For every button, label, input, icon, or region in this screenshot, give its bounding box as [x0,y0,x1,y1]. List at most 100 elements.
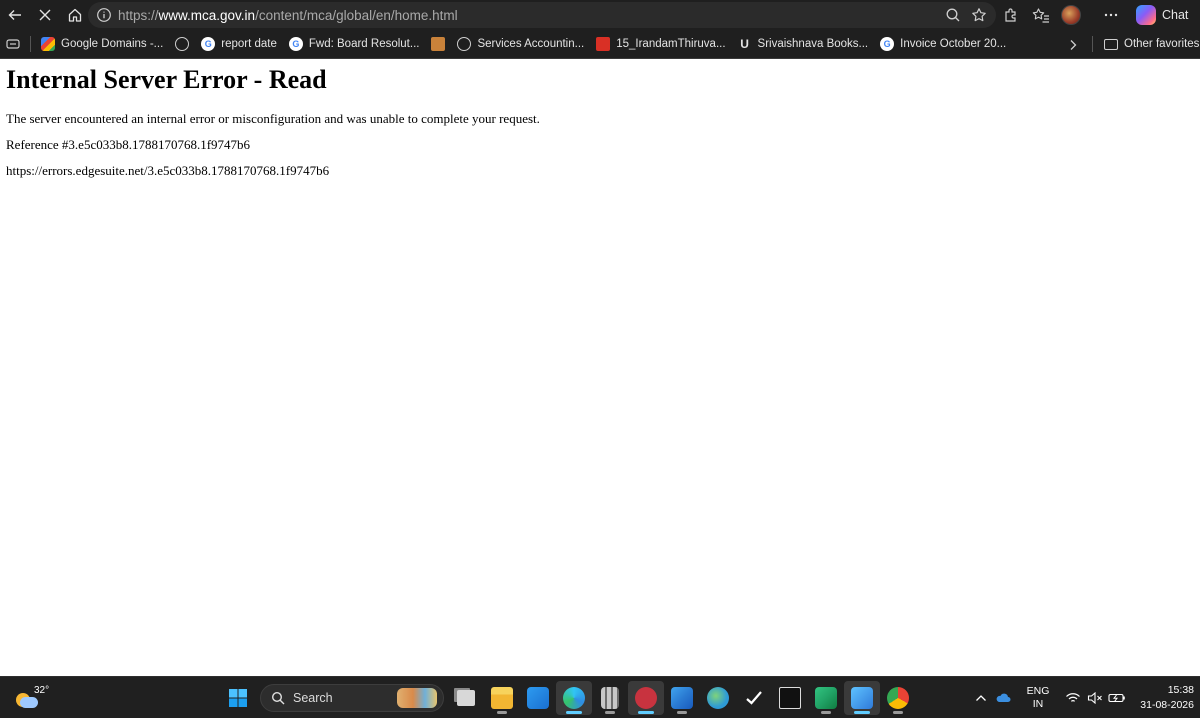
taskbar-word[interactable] [664,681,700,715]
url-path: /content/mca/global/en/home.html [255,7,458,23]
other-favorites-folder[interactable]: Other favorites [1098,32,1200,56]
back-arrow-icon [8,10,21,20]
taskbar-edge[interactable] [556,681,592,715]
bookmark-invoice-october[interactable]: G Invoice October 20... [874,32,1012,56]
taskbar-clock[interactable]: 15:38 31-08-2026 [1134,683,1200,713]
error-heading: Internal Server Error - Read [6,65,327,94]
taskbar-calculator[interactable] [592,681,628,715]
home-icon [68,8,82,22]
taskbar-todo[interactable] [736,681,772,715]
stop-loading-button[interactable] [30,0,60,30]
add-favorite-button[interactable] [968,4,990,26]
favorites-bar: Google Domains -... G report date G Fwd:… [0,30,1200,59]
task-view-icon [457,690,475,706]
running-indicator [677,711,687,714]
chrome-icon [887,687,909,709]
url-host: www.mca.gov.in [158,7,256,23]
taskbar-chrome[interactable] [880,681,916,715]
tray-volume[interactable] [1084,683,1106,713]
bookmark-board-resolution[interactable]: G Fwd: Board Resolut... [283,32,426,56]
favorites-star-list-icon [1032,8,1049,23]
task-view-button[interactable] [448,681,484,715]
tab-actions-icon [6,39,20,49]
running-indicator [566,711,582,714]
error-reference: Reference #3.e5c033b8.1788170768.1f9747b… [6,137,251,152]
taskbar-excel[interactable] [808,681,844,715]
taskbar-file-explorer[interactable] [484,681,520,715]
language-code: ENG [1026,685,1050,697]
bookmark-services-accounting[interactable]: Services Accountin... [451,32,590,56]
taskbar-paint[interactable] [844,681,880,715]
taskbar-7zip[interactable] [772,681,808,715]
chevron-right-icon [1070,39,1077,50]
chevron-up-icon [976,695,986,701]
bookmark-emblem[interactable] [425,32,451,56]
google-icon: G [201,37,216,51]
volume-muted-icon [1087,692,1102,704]
store-icon [527,687,549,709]
copilot-chat-button[interactable]: Chat [1134,3,1196,27]
extensions-button[interactable] [996,0,1026,30]
page-scrollbar[interactable] [1192,60,1200,676]
windows-logo-icon [229,689,247,707]
bookmark-report-date[interactable]: G report date [195,32,283,56]
back-button[interactable] [0,0,30,30]
weather-widget[interactable]: 32° [10,683,50,713]
home-button[interactable] [60,0,90,30]
copilot-icon [1136,5,1156,25]
start-button[interactable] [220,681,256,715]
bookmark-label: Google Domains -... [61,38,164,50]
word-icon [671,687,693,709]
running-indicator [821,711,831,714]
settings-menu-button[interactable] [1096,0,1126,30]
taskbar-store[interactable] [520,681,556,715]
more-bookmarks-button[interactable] [1058,30,1088,59]
wifi-icon [1066,693,1080,702]
tray-battery[interactable] [1106,683,1128,713]
error-url: https://errors.edgesuite.net/3.e5c033b8.… [6,163,330,178]
taskbar-app-red[interactable] [628,681,664,715]
input-language[interactable]: ENG IN [1018,685,1058,711]
profile-button[interactable] [1056,0,1086,30]
tray-onedrive[interactable] [992,683,1014,713]
u-icon: U [740,37,749,51]
bookmark-globe[interactable] [169,32,195,56]
taskbar-maps[interactable] [700,681,736,715]
running-indicator [854,711,870,714]
weather-temperature: 32° [34,685,50,696]
bookmark-label: Srivaishnava Books... [757,38,869,50]
excel-icon [815,687,837,709]
bookmark-label: Fwd: Board Resolut... [308,38,420,50]
bookmark-label: 15_IrandamThiruva... [616,38,726,50]
tray-network[interactable] [1062,683,1084,713]
region-code: IN [1032,698,1044,710]
search-icon [271,691,285,705]
windows-taskbar: 32° Search ENG IN 15:38 31-08-2026 [0,676,1200,718]
globe-icon [175,37,190,51]
taskbar-apps: Search [220,681,916,715]
profile-avatar [1061,5,1081,25]
error-message: The server encountered an internal error… [6,111,540,126]
address-bar[interactable]: https://www.mca.gov.in/content/mca/globa… [88,2,996,28]
taskbar-search[interactable]: Search [260,684,444,712]
pdf-icon [596,37,611,51]
battery-charging-icon [1108,693,1125,703]
cloud-icon [20,697,38,708]
page-viewport: Internal Server Error - Read The server … [0,60,1200,676]
favorites-button[interactable] [1026,0,1056,30]
other-favorites-label: Other favorites [1124,38,1200,50]
tab-actions-button[interactable] [0,29,26,59]
bookmark-google-domains[interactable]: Google Domains -... [35,32,169,56]
running-indicator [893,711,903,714]
zoom-button[interactable] [942,4,964,26]
magnifier-icon [946,8,960,22]
globe-icon [457,37,472,51]
checkmark-icon [746,691,762,705]
site-info-icon[interactable] [96,7,112,23]
bookmark-irandam-thiruva[interactable]: 15_IrandamThiruva... [590,32,731,56]
show-hidden-icons-button[interactable] [970,683,992,713]
bookmarks-divider [1092,36,1093,52]
bookmark-srivaishnava-books[interactable]: U Srivaishnava Books... [732,32,875,56]
toolbar-right-group: Chat [996,0,1196,30]
calculator-icon [601,687,619,709]
